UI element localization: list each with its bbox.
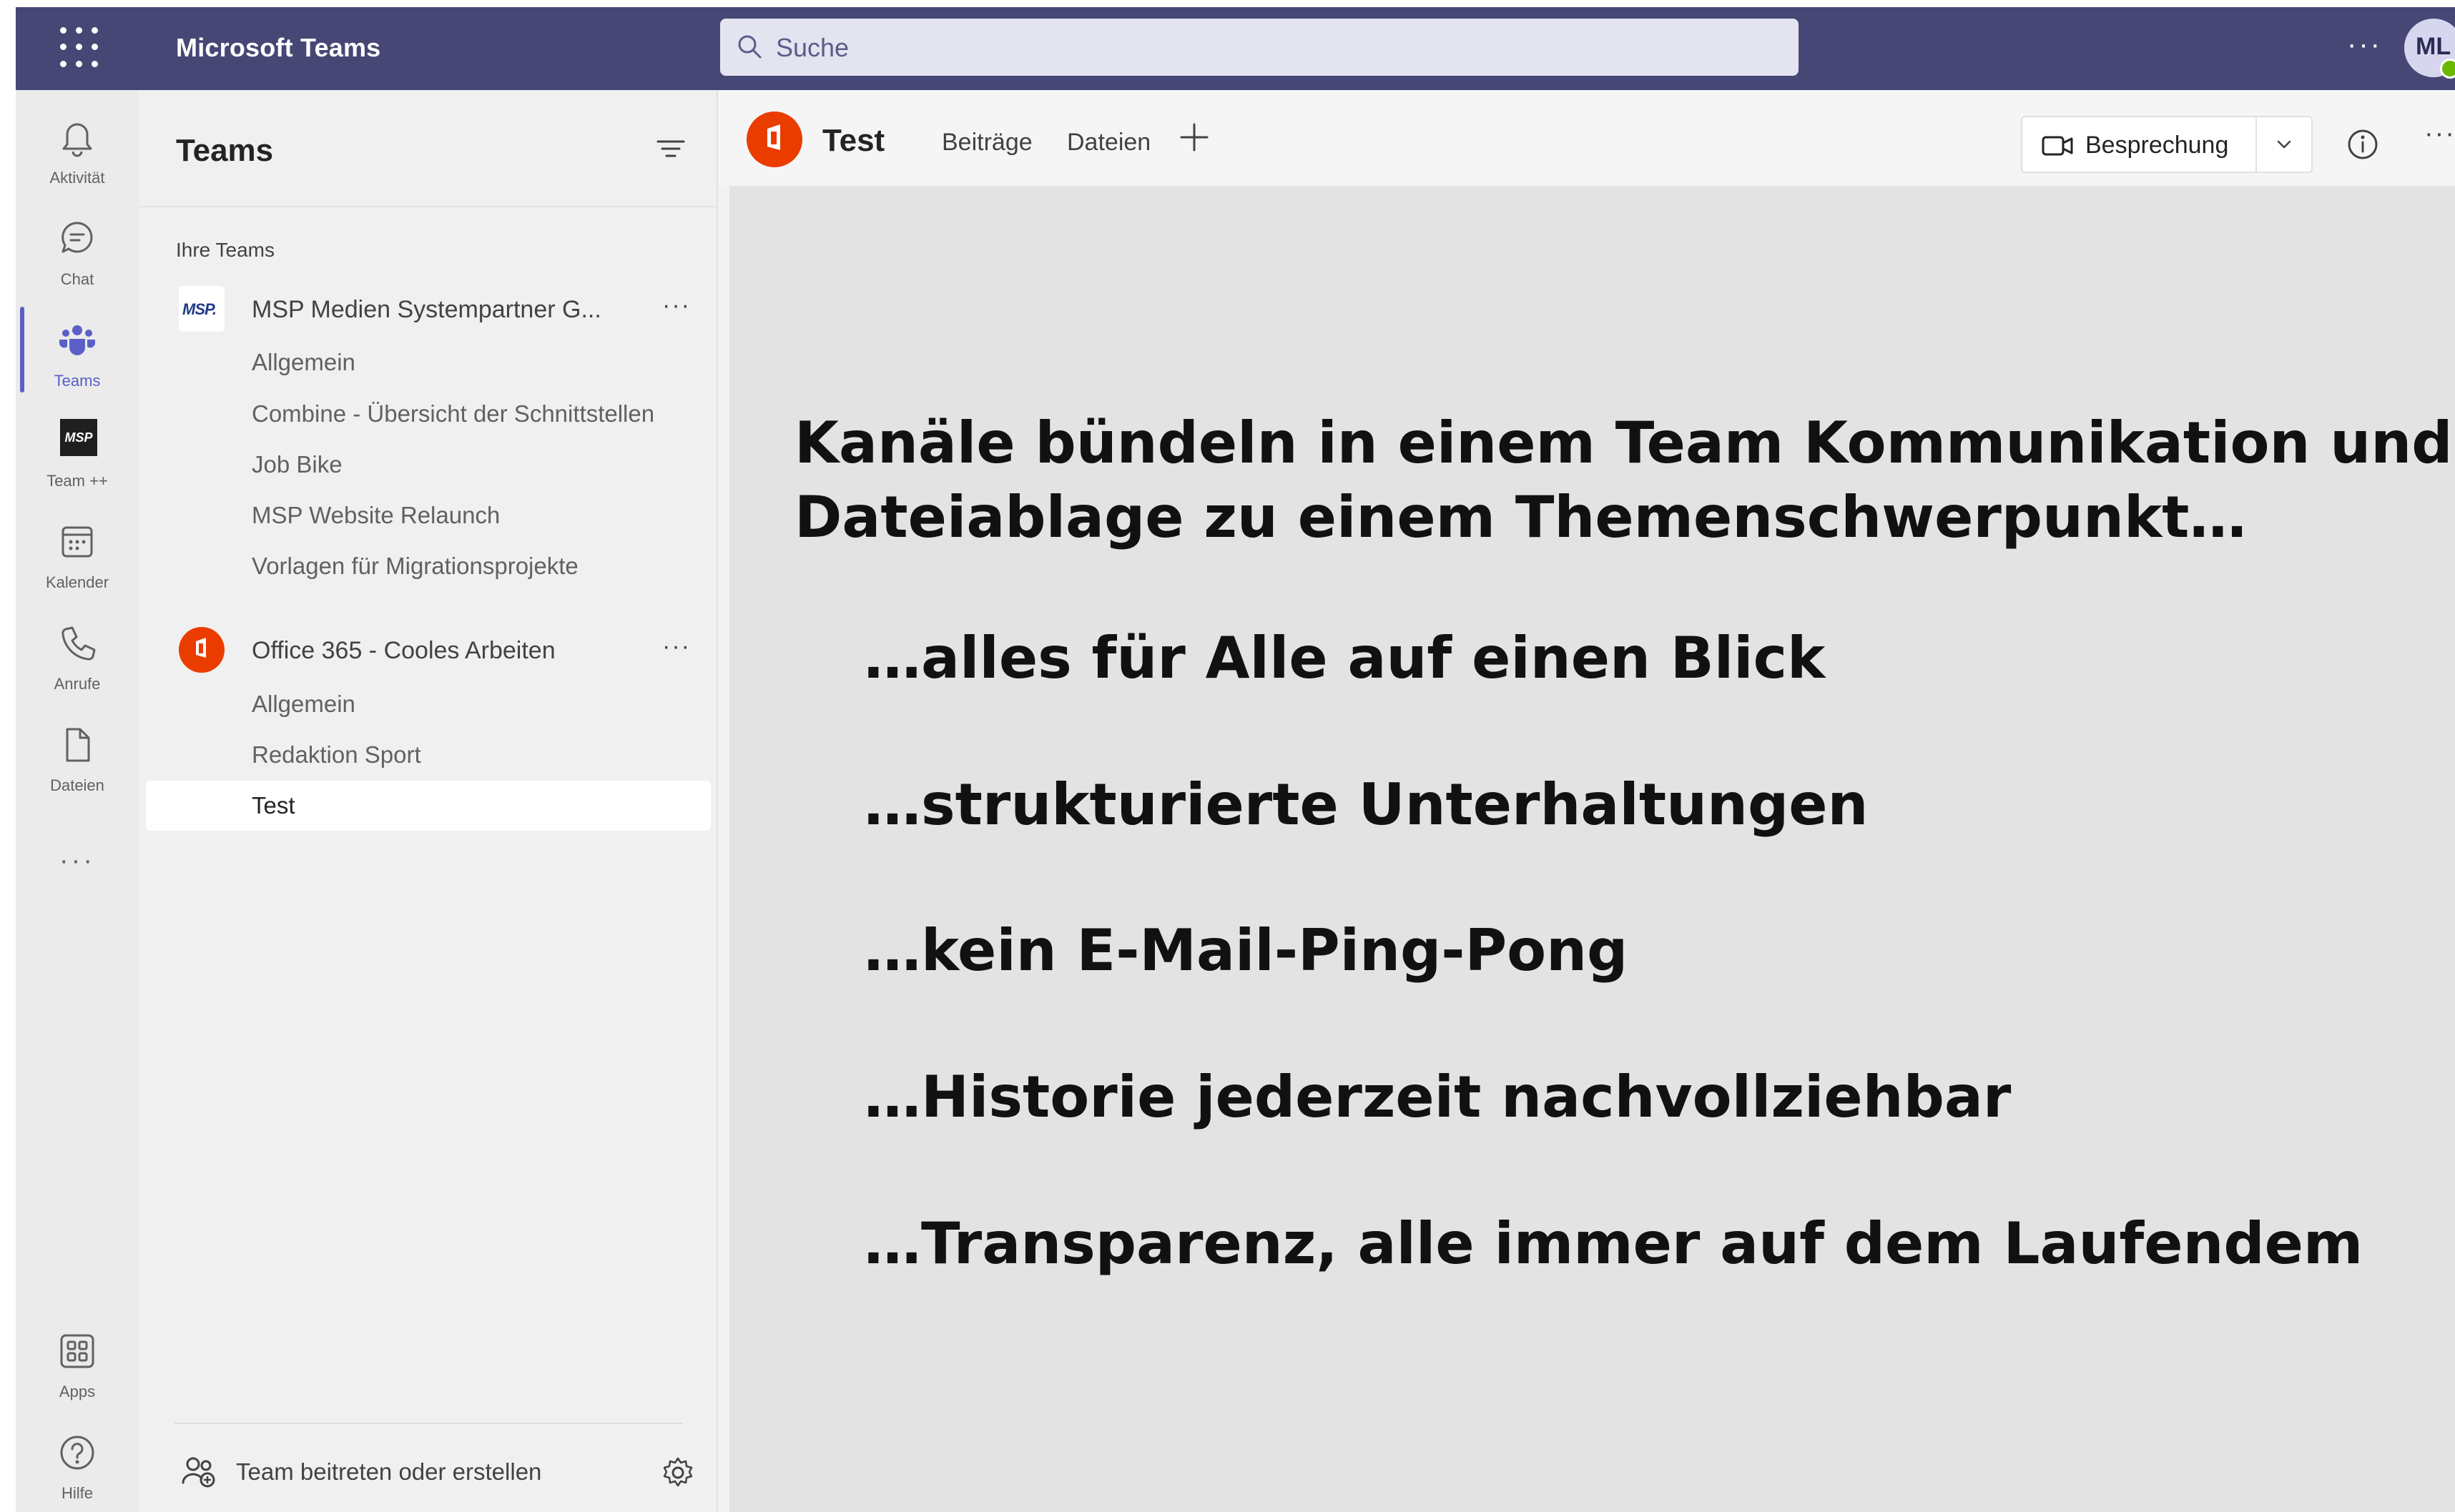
channel-title: Test [822,123,885,158]
meeting-button-label: Besprechung [2085,132,2229,159]
search-input[interactable]: Suche [720,19,1799,76]
rail-item-chat[interactable]: Chat [16,207,139,307]
rail-item-calls[interactable]: Anrufe [16,612,139,712]
channel-item[interactable]: Job Bike [146,440,711,490]
team-item-office365[interactable]: Office 365 - Cooles Arbeiten ··· [146,624,711,676]
meeting-button[interactable]: Besprechung [2021,116,2257,173]
rail-item-calendar[interactable]: Kalender [16,510,139,611]
more-options-icon[interactable]: ··· [2347,29,2382,61]
bell-icon [62,123,92,157]
more-options-icon[interactable]: ··· [2424,119,2455,149]
apps-icon [60,1334,94,1368]
slide-headline: Kanäle bündeln in einem Team Kommunikati… [794,410,2453,550]
pane-title: Teams [176,133,274,168]
add-tab-icon[interactable] [1176,119,1213,156]
office-logo-icon [747,112,802,167]
rail-label: Aktivität [49,169,105,187]
search-placeholder: Suche [776,33,850,62]
search-icon [738,35,762,59]
chat-icon [62,222,93,253]
channel-header: Test Beiträge Dateien Besprechung ··· [718,90,2455,187]
app-launcher-icon[interactable] [60,27,103,70]
rail-label: Apps [59,1383,96,1400]
join-create-label: Team beitreten oder erstellen [236,1458,542,1485]
chevron-down-icon [2277,140,2291,149]
app-rail: Aktivität Chat Teams MSP Team ++ Kalende… [16,90,139,1512]
office-logo-icon [179,627,225,673]
teams-icon [59,325,95,355]
channel-item[interactable]: Redaktion Sport [146,730,711,780]
section-label: Ihre Teams [176,239,275,261]
filter-icon[interactable] [655,136,687,162]
team-item-msp[interactable]: MSP. MSP Medien Systempartner G... ··· [146,283,711,335]
msp-app-icon: MSP [60,419,97,456]
rail-label: Chat [60,270,94,288]
rail-label: Hilfe [61,1484,93,1502]
rail-item-team-plus[interactable]: MSP Team ++ [16,409,139,509]
meeting-dropdown-button[interactable] [2255,116,2313,173]
teams-window: Microsoft Teams Suche ··· ML Aktivität C… [16,7,2455,1512]
tab-files[interactable]: Dateien [1067,129,1151,157]
teams-list-pane: Teams Ihre Teams MSP. MSP Medien Systemp… [139,90,718,1512]
gear-icon[interactable] [661,1456,695,1490]
rail-item-activity[interactable]: Aktivität [16,106,139,206]
more-apps-icon[interactable]: ··· [16,846,139,876]
rail-label: Dateien [50,776,104,794]
divider [174,1423,682,1424]
channel-item[interactable]: Allgemein [146,337,711,387]
top-bar: Microsoft Teams Suche ··· ML [16,7,2455,90]
file-icon [66,728,90,762]
channel-item[interactable]: Allgemein [146,679,711,729]
slide-bullet: …Transparenz, alle immer auf dem Laufend… [864,1210,2363,1277]
channel-item[interactable]: MSP Website Relaunch [146,490,711,540]
presence-status-icon [2440,59,2455,79]
main-content: Test Beiträge Dateien Besprechung ··· Ka… [718,90,2455,1512]
rail-item-files[interactable]: Dateien [16,713,139,814]
help-icon [60,1436,94,1470]
channel-item[interactable]: Vorlagen für Migrationsprojekte [146,541,711,591]
app-title: Microsoft Teams [176,33,381,62]
channel-item[interactable]: Combine - Übersicht der Schnittstellen [146,389,711,439]
info-icon[interactable] [2346,127,2380,162]
team-more-icon[interactable]: ··· [662,292,691,320]
rail-label: Team ++ [46,472,108,490]
phone-icon [62,626,96,661]
calendar-icon [62,526,93,558]
team-name: MSP Medien Systempartner G... [252,296,601,323]
video-camera-icon [2042,136,2073,156]
msp-logo-icon: MSP. [179,286,225,332]
team-name: Office 365 - Cooles Arbeiten [252,637,556,664]
rail-item-apps[interactable]: Apps [16,1320,139,1420]
rail-label: Teams [54,372,101,390]
rail-label: Anrufe [54,675,101,693]
rail-item-help[interactable]: Hilfe [16,1421,139,1512]
team-more-icon[interactable]: ··· [662,633,691,661]
content-slide: Kanäle bündeln in einem Team Kommunikati… [718,186,2455,1512]
tab-posts[interactable]: Beiträge [942,129,1033,157]
slide-bullet: …Historie jederzeit nachvollziehbar [864,1064,2012,1130]
join-create-team-button[interactable]: Team beitreten oder erstellen [167,1441,697,1498]
slide-bullet: …strukturierte Unterhaltungen [864,771,1869,838]
channel-item-selected[interactable]: Test [146,781,711,831]
slide-bullet: …alles für Alle auf einen Blick [864,625,1826,691]
slide-bullet: …kein E-Mail-Ping-Pong [864,917,1628,984]
rail-item-teams[interactable]: Teams [16,309,139,409]
pane-header: Teams [139,90,717,207]
rail-label: Kalender [45,573,109,591]
add-team-icon [182,1457,215,1488]
